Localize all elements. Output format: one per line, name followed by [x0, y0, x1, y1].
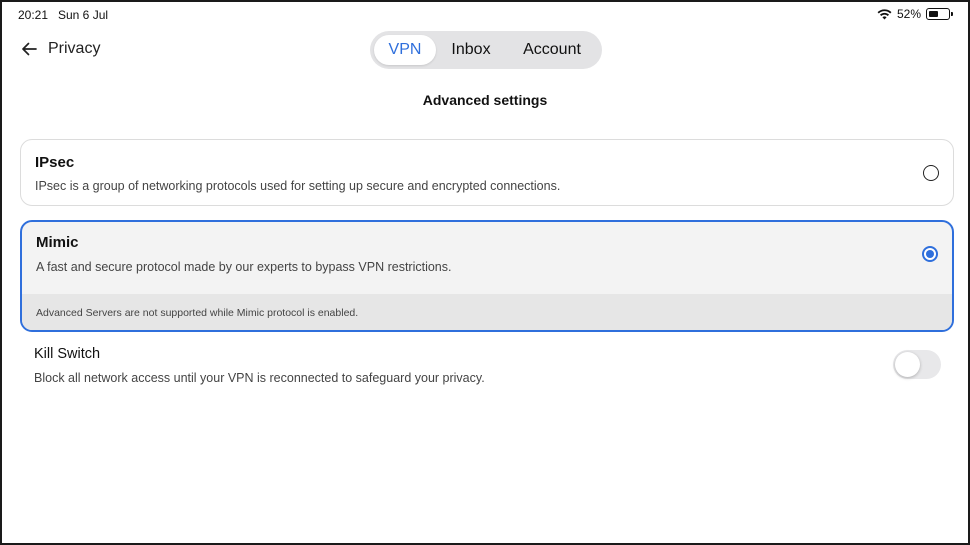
- battery-level: [928, 10, 938, 17]
- kill-switch-description: Block all network access until your VPN …: [34, 371, 485, 385]
- battery-icon: [926, 8, 953, 20]
- kill-switch-toggle[interactable]: [893, 350, 941, 379]
- tab-account[interactable]: Account: [506, 35, 598, 65]
- page-title: Advanced settings: [422, 92, 548, 108]
- battery-percent: 52%: [896, 7, 921, 21]
- wifi-icon: [877, 8, 892, 20]
- status-bar: 20:21 Sun 6 Jul 52%: [2, 2, 968, 28]
- protocol-name: Mimic: [36, 234, 79, 251]
- status-indicators: 52%: [877, 7, 953, 21]
- back-label: Privacy: [48, 40, 101, 57]
- protocol-name: IPsec: [35, 154, 75, 171]
- tab-bar: VPN Inbox Account: [370, 31, 602, 69]
- tab-inbox[interactable]: Inbox: [436, 35, 506, 65]
- radio-mimic[interactable]: [922, 246, 938, 262]
- status-date: Sun 6 Jul: [58, 8, 109, 22]
- toggle-knob: [895, 352, 920, 377]
- back-button[interactable]: Privacy: [20, 40, 100, 58]
- arrow-left-icon: [20, 40, 38, 58]
- status-time: 20:21: [18, 8, 49, 22]
- radio-selected-dot: [926, 250, 934, 258]
- protocol-description: IPsec is a group of networking protocols…: [35, 179, 561, 193]
- protocol-option-ipsec[interactable]: IPsec IPsec is a group of networking pro…: [20, 139, 954, 206]
- kill-switch-title: Kill Switch: [34, 346, 101, 362]
- protocol-description: A fast and secure protocol made by our e…: [36, 260, 452, 274]
- protocol-option-mimic[interactable]: Mimic A fast and secure protocol made by…: [20, 220, 954, 332]
- radio-ipsec[interactable]: [923, 165, 939, 181]
- tab-vpn[interactable]: VPN: [374, 35, 436, 65]
- protocol-note: Advanced Servers are not supported while…: [22, 294, 952, 330]
